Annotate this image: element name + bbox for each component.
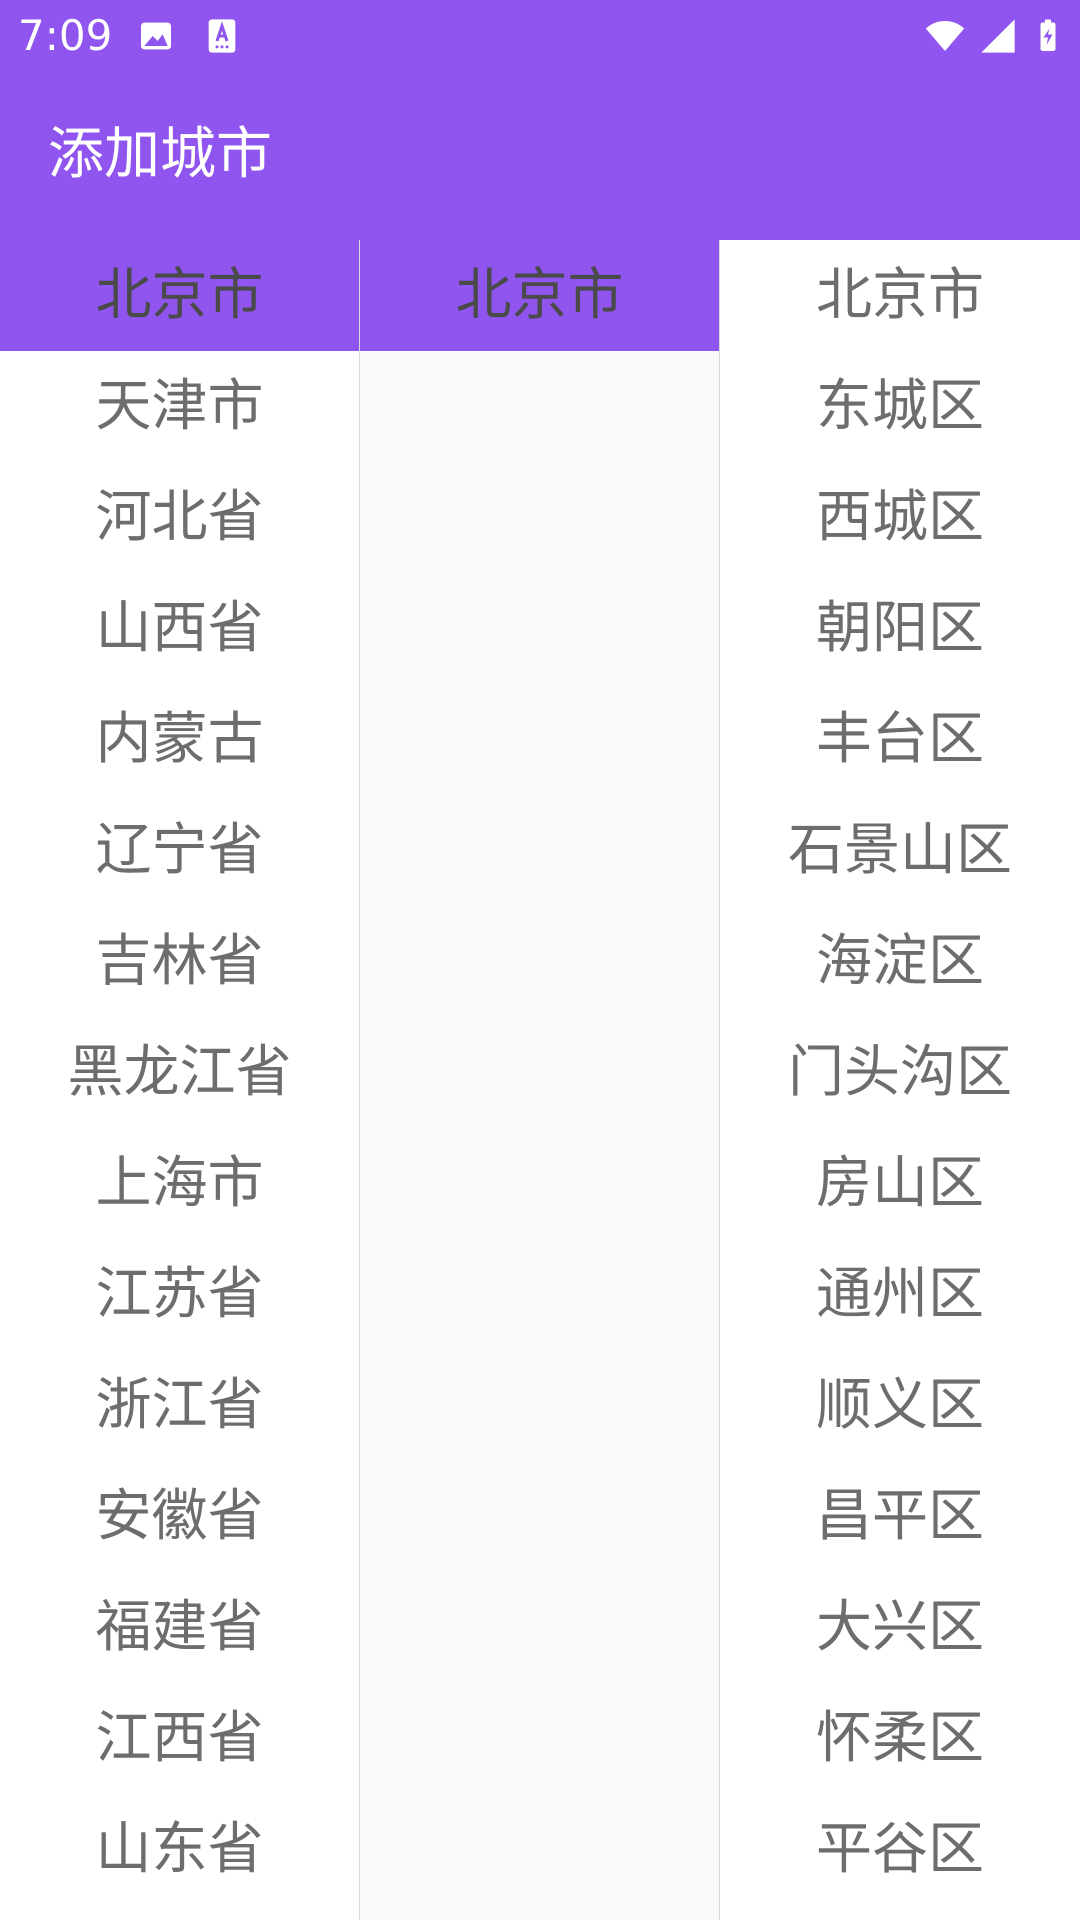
district-item[interactable]: 昌平区 [720,1461,1080,1572]
district-item[interactable]: 丰台区 [720,684,1080,795]
image-icon [136,16,176,56]
screen: 7:09 添加城市 北京市 天津市 河北省 山西省 内蒙古 辽宁省 吉林省 黑龙… [0,0,1080,1920]
province-item[interactable]: 浙江省 [0,1350,359,1461]
wifi-icon [922,16,968,56]
province-item[interactable]: 上海市 [0,1128,359,1239]
province-item[interactable]: 河北省 [0,462,359,573]
province-item[interactable]: 吉林省 [0,906,359,1017]
district-item[interactable]: 东城区 [720,351,1080,462]
keyboard-a-icon [202,16,242,56]
district-item[interactable]: 朝阳区 [720,573,1080,684]
district-list[interactable]: 北京市 东城区 西城区 朝阳区 丰台区 石景山区 海淀区 门头沟区 房山区 通州… [720,240,1080,1920]
page-title: 添加城市 [48,122,272,187]
province-item[interactable]: 福建省 [0,1572,359,1683]
status-bar: 7:09 [0,0,1080,72]
province-list[interactable]: 北京市 天津市 河北省 山西省 内蒙古 辽宁省 吉林省 黑龙江省 上海市 江苏省… [0,240,360,1920]
province-item[interactable]: 安徽省 [0,1461,359,1572]
province-item[interactable]: 山西省 [0,573,359,684]
city-picker: 北京市 天津市 河北省 山西省 内蒙古 辽宁省 吉林省 黑龙江省 上海市 江苏省… [0,240,1080,1920]
app-bar: 添加城市 [0,72,1080,240]
province-item[interactable]: 山东省 [0,1794,359,1905]
province-item[interactable]: 江西省 [0,1683,359,1794]
signal-icon [978,16,1018,56]
district-item[interactable]: 北京市 [720,240,1080,351]
battery-charging-icon [1030,16,1066,56]
district-item[interactable]: 石景山区 [720,795,1080,906]
province-item[interactable]: 内蒙古 [0,684,359,795]
district-item[interactable]: 西城区 [720,462,1080,573]
province-item[interactable]: 天津市 [0,351,359,462]
district-item[interactable]: 通州区 [720,1239,1080,1350]
district-item[interactable]: 平谷区 [720,1794,1080,1905]
status-time: 7:09 [18,11,113,60]
district-item[interactable]: 海淀区 [720,906,1080,1017]
district-item[interactable]: 顺义区 [720,1350,1080,1461]
district-item[interactable]: 大兴区 [720,1572,1080,1683]
province-item[interactable]: 江苏省 [0,1239,359,1350]
district-item[interactable]: 房山区 [720,1128,1080,1239]
district-item[interactable]: 门头沟区 [720,1017,1080,1128]
province-item[interactable]: 辽宁省 [0,795,359,906]
province-item[interactable]: 北京市 [0,240,359,351]
city-list[interactable]: 北京市 [360,240,720,1920]
province-item[interactable]: 黑龙江省 [0,1017,359,1128]
city-item[interactable]: 北京市 [360,240,719,351]
district-item[interactable]: 怀柔区 [720,1683,1080,1794]
